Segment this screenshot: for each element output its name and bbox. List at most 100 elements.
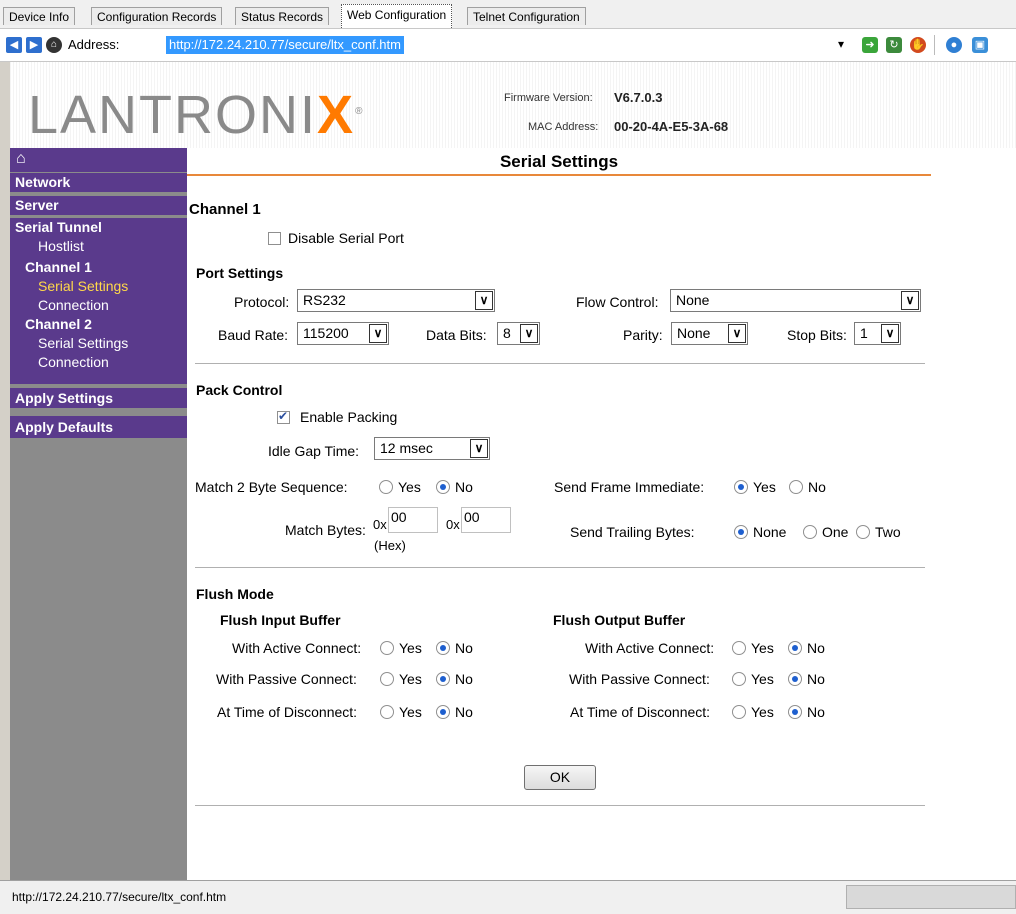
forward-icon[interactable]: ▶: [26, 37, 42, 53]
lantronix-logo: LANTRONIX®: [28, 85, 365, 145]
chevron-down-icon: ∨: [901, 291, 919, 310]
home-icon[interactable]: ⌂: [16, 150, 26, 167]
firmware-label: Firmware Version:: [504, 92, 593, 104]
trailing-none-radio[interactable]: [734, 525, 748, 539]
sidebar-item-apply-defaults[interactable]: Apply Defaults: [10, 416, 187, 438]
title-underline: [187, 174, 931, 176]
sidebar-serial-block: Serial Tunnel Hostlist Channel 1 Serial …: [10, 218, 187, 384]
output-active-yes-label: Yes: [751, 640, 774, 656]
divider: [195, 805, 925, 806]
dropdown-arrow-icon[interactable]: ▾: [838, 37, 844, 51]
divider: [195, 567, 925, 568]
output-passive-yes-radio[interactable]: [732, 672, 746, 686]
sidebar-item-apply-settings[interactable]: Apply Settings: [10, 388, 187, 408]
output-passive-no-radio[interactable]: [788, 672, 802, 686]
disable-serial-port-checkbox[interactable]: [268, 232, 281, 245]
stop-icon[interactable]: ✋: [910, 37, 926, 53]
data-bits-select[interactable]: 8 ∨: [497, 322, 540, 345]
sidebar-home[interactable]: ⌂: [10, 148, 187, 172]
tab-web-configuration[interactable]: Web Configuration: [341, 4, 453, 28]
output-disconnect-yes-radio[interactable]: [732, 705, 746, 719]
status-text: http://172.24.210.77/secure/ltx_conf.htm: [12, 890, 227, 904]
chevron-down-icon: ∨: [475, 291, 493, 310]
trailing-two-label: Two: [875, 524, 901, 540]
send-frame-yes-radio[interactable]: [734, 480, 748, 494]
home-icon[interactable]: ⌂: [46, 37, 62, 53]
sidebar-item-channel2[interactable]: Channel 2: [25, 316, 92, 332]
match-2-byte-label: Match 2 Byte Sequence:: [195, 479, 348, 495]
input-disconnect-yes-label: Yes: [399, 704, 422, 720]
tab-telnet-configuration[interactable]: Telnet Configuration: [467, 7, 586, 25]
output-active-no-radio[interactable]: [788, 641, 802, 655]
chevron-down-icon: ∨: [470, 439, 488, 458]
baud-rate-label: Baud Rate:: [218, 327, 289, 343]
sidebar-item-network[interactable]: Network: [10, 173, 187, 192]
input-disconnect-no-radio[interactable]: [436, 705, 450, 719]
parity-label: Parity:: [623, 327, 663, 343]
chevron-down-icon: ∨: [369, 324, 387, 343]
output-disconnect-label: At Time of Disconnect:: [570, 704, 711, 720]
status-panel: [846, 885, 1016, 909]
parity-select[interactable]: None ∨: [671, 322, 748, 345]
flow-control-select[interactable]: None ∨: [670, 289, 921, 312]
address-bar: ◀ ▶ ⌂ Address: http://172.24.210.77/secu…: [0, 28, 1016, 62]
match2-yes-radio[interactable]: [379, 480, 393, 494]
match2-yes-label: Yes: [398, 479, 421, 495]
idle-gap-label: Idle Gap Time:: [268, 443, 360, 459]
output-active-no-label: No: [807, 640, 825, 656]
mac-label: MAC Address:: [528, 121, 599, 133]
output-disconnect-no-radio[interactable]: [788, 705, 802, 719]
send-frame-no-radio[interactable]: [789, 480, 803, 494]
back-icon[interactable]: ◀: [6, 37, 22, 53]
sidebar: ⌂ Network Server Serial Tunnel Hostlist …: [10, 148, 187, 880]
match-byte-1-input[interactable]: 00: [388, 507, 438, 533]
match2-no-radio[interactable]: [436, 480, 450, 494]
output-active-yes-radio[interactable]: [732, 641, 746, 655]
input-disconnect-yes-radio[interactable]: [380, 705, 394, 719]
divider: [195, 363, 925, 364]
flush-mode-heading: Flush Mode: [196, 586, 274, 602]
input-passive-label: With Passive Connect:: [216, 671, 357, 687]
sidebar-item-ch2-serial-settings[interactable]: Serial Settings: [38, 335, 128, 351]
flow-control-label: Flow Control:: [576, 294, 659, 310]
pack-control-heading: Pack Control: [196, 382, 283, 398]
refresh-icon[interactable]: ↻: [886, 37, 902, 53]
sidebar-item-ch2-connection[interactable]: Connection: [38, 354, 109, 370]
sidebar-item-ch1-connection[interactable]: Connection: [38, 297, 109, 313]
trailing-one-radio[interactable]: [803, 525, 817, 539]
input-passive-yes-radio[interactable]: [380, 672, 394, 686]
mac-value: 00-20-4A-E5-3A-68: [614, 119, 729, 134]
idle-gap-select[interactable]: 12 msec ∨: [374, 437, 490, 460]
input-active-yes-radio[interactable]: [380, 641, 394, 655]
tab-status-records[interactable]: Status Records: [235, 7, 330, 25]
trailing-none-label: None: [753, 524, 787, 540]
page-title: Serial Settings: [499, 152, 619, 171]
output-disconnect-yes-label: Yes: [751, 704, 774, 720]
output-active-label: With Active Connect:: [585, 640, 715, 656]
sidebar-item-server[interactable]: Server: [10, 196, 187, 215]
ok-button[interactable]: OK: [524, 765, 596, 790]
sidebar-item-serial-tunnel[interactable]: Serial Tunnel: [15, 219, 102, 235]
window-icon[interactable]: ▣: [972, 37, 988, 53]
chat-icon[interactable]: ●: [946, 37, 962, 53]
protocol-select[interactable]: RS232 ∨: [297, 289, 495, 312]
stop-bits-label: Stop Bits:: [787, 327, 847, 343]
flush-input-heading: Flush Input Buffer: [220, 612, 341, 628]
input-passive-no-radio[interactable]: [436, 672, 450, 686]
go-icon[interactable]: ➜: [862, 37, 878, 53]
sidebar-item-hostlist[interactable]: Hostlist: [38, 238, 84, 254]
address-label: Address:: [68, 37, 120, 52]
baud-rate-select[interactable]: 115200 ∨: [297, 322, 389, 345]
sidebar-item-channel1[interactable]: Channel 1: [25, 259, 92, 275]
stop-bits-select[interactable]: 1 ∨: [854, 322, 901, 345]
trailing-two-radio[interactable]: [856, 525, 870, 539]
url-input[interactable]: http://172.24.210.77/secure/ltx_conf.htm: [166, 36, 404, 54]
match-byte-2-input[interactable]: 00: [461, 507, 511, 533]
toolbar-divider: [934, 35, 935, 55]
tab-device-info[interactable]: Device Info: [3, 7, 76, 25]
chevron-down-icon: ∨: [520, 324, 538, 343]
sidebar-item-ch1-serial-settings[interactable]: Serial Settings: [38, 278, 128, 294]
tab-configuration-records[interactable]: Configuration Records: [91, 7, 223, 25]
enable-packing-checkbox[interactable]: [277, 409, 290, 424]
input-active-no-radio[interactable]: [436, 641, 450, 655]
